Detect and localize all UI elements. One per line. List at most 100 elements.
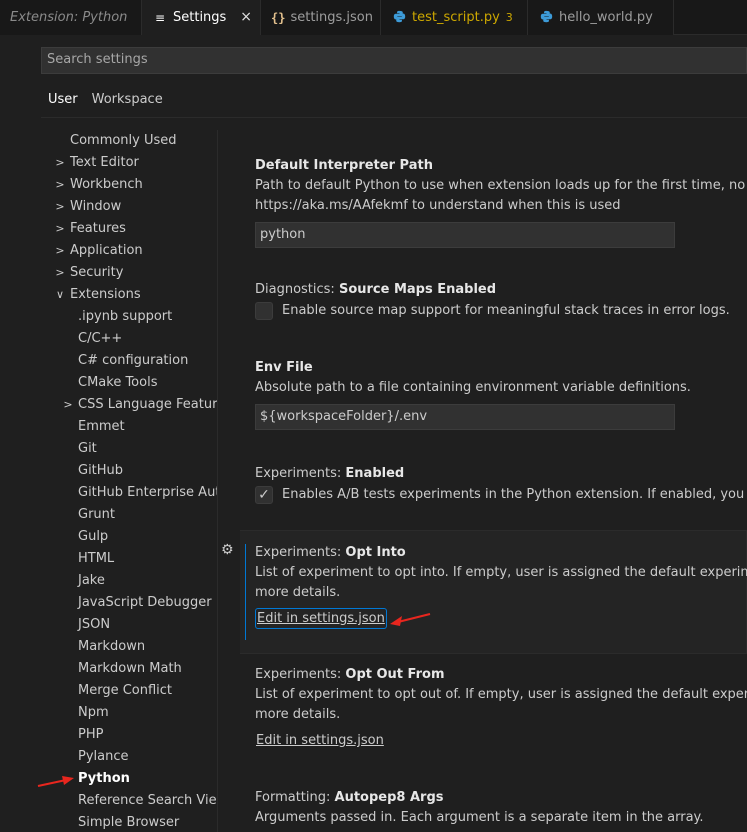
settings-toc: Commonly Used > Text Editor > Workbench > W… xyxy=(41,130,218,832)
setting-experiments-enabled: Experiments: Enabled ✓ Enables A/B tests… xyxy=(240,464,747,506)
toc-label: C/C++ xyxy=(78,331,123,346)
close-icon[interactable]: × xyxy=(240,9,252,25)
arrow-annotation-icon xyxy=(390,613,431,626)
toc-item-php[interactable]: PHP xyxy=(41,724,218,746)
toc-label: CSS Language Features xyxy=(78,397,218,412)
gear-icon[interactable]: ⚙ xyxy=(221,542,234,558)
toc-item-npm[interactable]: Npm xyxy=(41,702,218,724)
toc-item-workbench[interactable]: > Workbench xyxy=(41,174,218,196)
toc-item-application[interactable]: > Application xyxy=(41,240,218,262)
toc-item-extensions[interactable]: ∨ Extensions xyxy=(41,284,218,306)
search-settings-input[interactable]: Search settings xyxy=(41,47,747,74)
edit-in-settings-json-link[interactable]: Edit in settings.json xyxy=(255,731,385,750)
toc-label: Extensions xyxy=(70,287,141,302)
toc-item-markdown-math[interactable]: Markdown Math xyxy=(41,658,218,680)
chevron-right-icon: > xyxy=(63,398,73,411)
toc-item-grunt[interactable]: Grunt xyxy=(41,504,218,526)
toc-item-merge-conflict[interactable]: Merge Conflict xyxy=(41,680,218,702)
toc-item-json[interactable]: JSON xyxy=(41,614,218,636)
toc-item-emmet[interactable]: Emmet xyxy=(41,416,218,438)
tab-settings-json[interactable]: {} settings.json xyxy=(261,0,381,35)
setting-title: Experiments: Opt Out From xyxy=(255,667,445,682)
focus-indicator xyxy=(245,544,246,640)
toc-item-html[interactable]: HTML xyxy=(41,548,218,570)
tab-label: settings.json xyxy=(290,10,374,25)
toc-label: Security xyxy=(70,265,124,280)
interpreter-path-input[interactable]: python xyxy=(255,222,675,248)
toc-label: Pylance xyxy=(78,749,129,764)
chevron-right-icon: > xyxy=(55,244,65,257)
toc-item-simple-browser[interactable]: Simple Browser xyxy=(41,812,218,832)
tab-workspace[interactable]: Workspace xyxy=(85,90,170,118)
divider xyxy=(41,117,747,118)
setting-title: Experiments: Opt Into xyxy=(255,545,406,560)
checkmark-icon: ✓ xyxy=(258,487,270,503)
toc-item-text-editor[interactable]: > Text Editor xyxy=(41,152,218,174)
tab-test-script[interactable]: test_script.py 3 xyxy=(381,0,528,35)
setting-title: Default Interpreter Path xyxy=(255,158,433,173)
tab-label: hello_world.py xyxy=(559,10,653,25)
toc-label: Merge Conflict xyxy=(78,683,173,698)
toc-label: Git xyxy=(78,441,97,456)
setting-description: Path to default Python to use when exten… xyxy=(255,178,747,193)
toc-item-csharp-configuration[interactable]: C# configuration xyxy=(41,350,218,372)
setting-experiments-opt-into: Experiments: Opt Into List of experiment… xyxy=(240,530,747,654)
tab-label: Extension: Python xyxy=(10,10,128,25)
chevron-right-icon: > xyxy=(55,266,65,279)
setting-experiments-opt-out: Experiments: Opt Out From List of experi… xyxy=(240,665,747,750)
toc-label: Emmet xyxy=(78,419,125,434)
toc-item-security[interactable]: > Security xyxy=(41,262,218,284)
setting-description: more details. xyxy=(255,585,341,600)
edit-in-settings-json-link[interactable]: Edit in settings.json xyxy=(255,608,387,629)
toc-label: Simple Browser xyxy=(78,815,180,830)
setting-env-file: Env File Absolute path to a file contain… xyxy=(240,358,747,430)
toc-label: PHP xyxy=(78,727,104,742)
source-maps-checkbox[interactable] xyxy=(255,302,273,320)
toc-label: Window xyxy=(70,199,122,214)
toc-label: CMake Tools xyxy=(78,375,158,390)
chevron-right-icon: > xyxy=(55,222,65,235)
setting-formatting-autopep8-args: Formatting: Autopep8 Args Arguments pass… xyxy=(240,788,747,828)
toc-item-reference-search-view[interactable]: Reference Search View xyxy=(41,790,218,812)
toc-item-cmake-tools[interactable]: CMake Tools xyxy=(41,372,218,394)
chevron-down-icon: ∨ xyxy=(55,288,65,301)
toc-label: Text Editor xyxy=(70,155,139,170)
toc-item-css-language-features[interactable]: > CSS Language Features xyxy=(41,394,218,416)
toc-label: Commonly Used xyxy=(70,133,177,148)
setting-title: Diagnostics: Source Maps Enabled xyxy=(255,282,497,297)
checkbox-label: Enable source map support for meaningful… xyxy=(282,303,730,318)
toc-item-cpp[interactable]: C/C++ xyxy=(41,328,218,350)
tab-hello-world[interactable]: hello_world.py xyxy=(528,0,674,35)
setting-description: https://aka.ms/AAfekmf to understand whe… xyxy=(255,198,621,213)
tab-label: Settings xyxy=(173,10,227,25)
env-file-input[interactable]: ${workspaceFolder}/.env xyxy=(255,404,675,430)
toc-item-ipynb-support[interactable]: .ipynb support xyxy=(41,306,218,328)
tab-extension-python[interactable]: Extension: Python xyxy=(0,0,142,35)
toc-item-github-enterprise[interactable]: GitHub Enterprise Aut... xyxy=(41,482,218,504)
toc-label: Npm xyxy=(78,705,109,720)
toc-item-markdown[interactable]: Markdown xyxy=(41,636,218,658)
toc-item-gulp[interactable]: Gulp xyxy=(41,526,218,548)
divider xyxy=(217,130,218,832)
python-file-icon xyxy=(391,10,407,26)
toc-item-pylance[interactable]: Pylance xyxy=(41,746,218,768)
setting-title: Experiments: Enabled xyxy=(255,466,405,481)
experiments-enabled-checkbox[interactable]: ✓ xyxy=(255,486,273,504)
toc-item-commonly-used[interactable]: Commonly Used xyxy=(41,130,218,152)
toc-label: JavaScript Debugger xyxy=(78,595,212,610)
tab-user[interactable]: User xyxy=(41,90,85,118)
editor-tab-bar: Extension: Python ≡ Settings × {} settin… xyxy=(0,0,747,35)
toc-item-window[interactable]: > Window xyxy=(41,196,218,218)
toc-item-jake[interactable]: Jake xyxy=(41,570,218,592)
toc-label: Python xyxy=(78,771,130,786)
chevron-right-icon: > xyxy=(55,156,65,169)
toc-item-git[interactable]: Git xyxy=(41,438,218,460)
toc-label: Grunt xyxy=(78,507,115,522)
tab-label: test_script.py xyxy=(412,10,500,25)
toc-item-features[interactable]: > Features xyxy=(41,218,218,240)
toc-item-javascript-debugger[interactable]: JavaScript Debugger xyxy=(41,592,218,614)
tab-settings[interactable]: ≡ Settings × xyxy=(142,0,261,35)
toc-item-github[interactable]: GitHub xyxy=(41,460,218,482)
settings-list: Default Interpreter Path Path to default… xyxy=(240,130,747,832)
setting-default-interpreter-path: Default Interpreter Path Path to default… xyxy=(240,156,747,248)
